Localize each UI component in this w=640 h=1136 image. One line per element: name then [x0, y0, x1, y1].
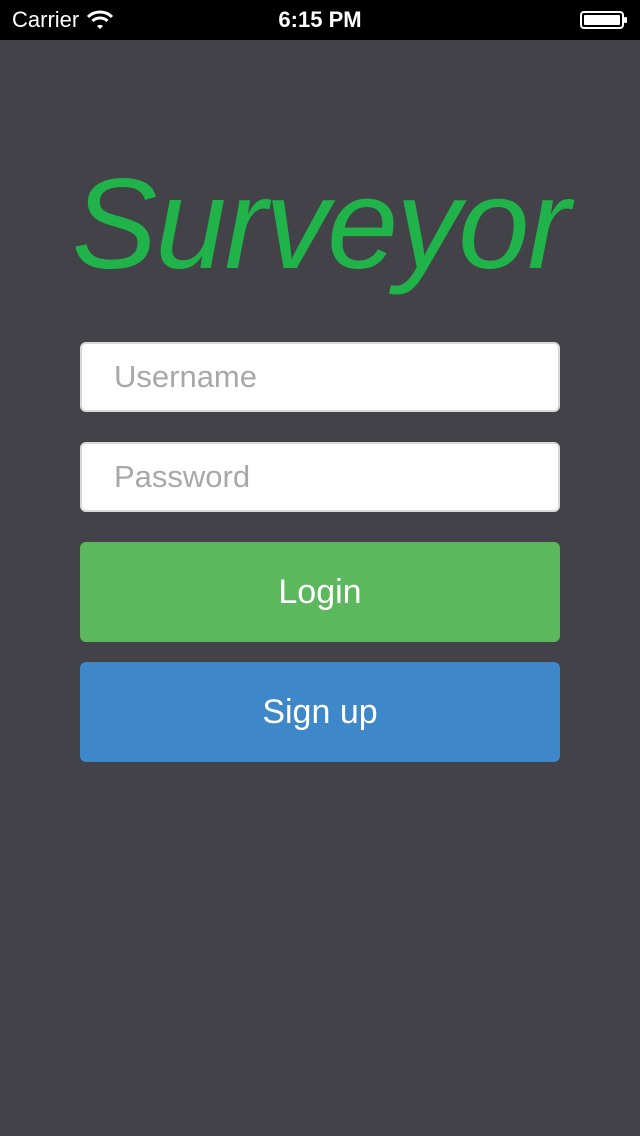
signup-button[interactable]: Sign up: [80, 662, 560, 762]
app-title: Surveyor: [71, 153, 570, 296]
status-bar: Carrier 6:15 PM: [0, 0, 640, 40]
password-field[interactable]: [80, 442, 560, 512]
login-button[interactable]: Login: [80, 542, 560, 642]
username-field[interactable]: [80, 342, 560, 412]
status-time: 6:15 PM: [278, 7, 362, 32]
battery-icon: [580, 11, 628, 29]
